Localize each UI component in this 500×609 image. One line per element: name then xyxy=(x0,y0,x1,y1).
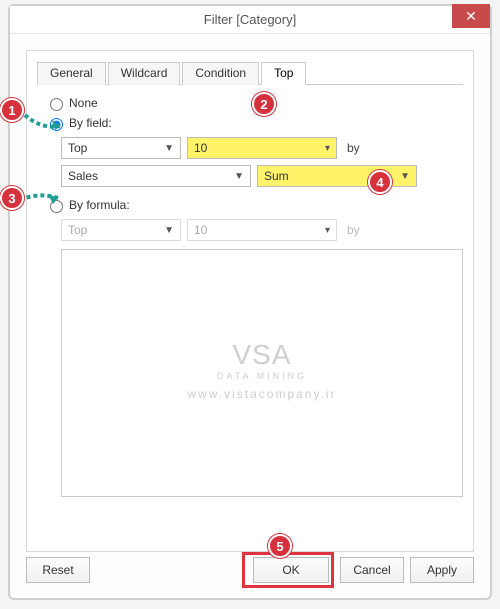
label-none: None xyxy=(69,96,98,110)
ok-highlight: OK xyxy=(242,552,334,588)
byfield-row1: Top ▼ 10 ▾ by xyxy=(61,137,463,159)
byfield-row2: Sales ▼ Sum ▼ xyxy=(61,165,463,187)
reset-button[interactable]: Reset xyxy=(26,557,90,583)
tab-top[interactable]: Top xyxy=(261,62,306,85)
byfield-agg-value: Sum xyxy=(264,169,289,183)
watermark-tag: DATA MINING xyxy=(187,371,336,381)
callout-1: 1 xyxy=(0,98,24,122)
close-icon: ✕ xyxy=(465,8,477,25)
tab-general[interactable]: General xyxy=(37,62,106,85)
callout-4: 4 xyxy=(368,170,392,194)
callout-5: 5 xyxy=(268,534,292,558)
titlebar: Filter [Category] ✕ xyxy=(10,6,490,34)
apply-button[interactable]: Apply xyxy=(410,557,474,583)
byfield-field-combo[interactable]: Sales ▼ xyxy=(61,165,251,187)
byformula-direction-value: Top xyxy=(68,223,87,237)
chevron-down-icon: ▼ xyxy=(400,171,410,182)
cancel-button[interactable]: Cancel xyxy=(340,557,404,583)
radio-by-field[interactable] xyxy=(50,118,63,131)
tab-condition[interactable]: Condition xyxy=(182,62,259,85)
option-by-field[interactable]: By field: xyxy=(45,115,463,131)
byfield-agg-combo[interactable]: Sum ▼ xyxy=(257,165,417,187)
label-by-formula: By formula: xyxy=(69,198,130,212)
radio-by-formula[interactable] xyxy=(50,200,63,213)
byfield-field-value: Sales xyxy=(68,169,98,183)
tab-bar: General Wildcard Condition Top xyxy=(37,61,463,85)
formula-textarea[interactable]: VSA DATA MINING www.vistacompany.ir xyxy=(61,249,463,497)
byfield-by-label: by xyxy=(347,141,360,155)
chevron-down-icon: ▾ xyxy=(325,143,330,154)
byformula-count-combo[interactable]: 10 ▾ xyxy=(187,219,337,241)
byformula-count-value: 10 xyxy=(194,223,207,237)
byfield-count-value: 10 xyxy=(194,141,207,155)
chevron-down-icon: ▼ xyxy=(164,225,174,236)
watermark-logo: VSA xyxy=(187,339,336,371)
byfield-direction-value: Top xyxy=(68,141,87,155)
chevron-down-icon: ▼ xyxy=(234,171,244,182)
watermark: VSA DATA MINING www.vistacompany.ir xyxy=(187,339,336,401)
byformula-direction-combo[interactable]: Top ▼ xyxy=(61,219,181,241)
dialog-body: General Wildcard Condition Top None By f… xyxy=(26,50,474,552)
callout-3: 3 xyxy=(0,186,24,210)
ok-button[interactable]: OK xyxy=(253,557,329,583)
callout-2: 2 xyxy=(252,92,276,116)
label-by-field: By field: xyxy=(69,116,112,130)
byformula-row1: Top ▼ 10 ▾ by xyxy=(61,219,463,241)
byformula-by-label: by xyxy=(347,223,360,237)
chevron-down-icon: ▼ xyxy=(164,143,174,154)
option-by-formula[interactable]: By formula: xyxy=(45,197,463,213)
radio-none[interactable] xyxy=(50,98,63,111)
byfield-count-combo[interactable]: 10 ▾ xyxy=(187,137,337,159)
close-button[interactable]: ✕ xyxy=(452,4,490,28)
watermark-url: www.vistacompany.ir xyxy=(187,387,336,401)
title-text: Filter [Category] xyxy=(204,12,296,27)
byfield-direction-combo[interactable]: Top ▼ xyxy=(61,137,181,159)
tab-wildcard[interactable]: Wildcard xyxy=(108,62,181,85)
dialog-window: Filter [Category] ✕ General Wildcard Con… xyxy=(8,4,492,600)
chevron-down-icon: ▾ xyxy=(325,225,330,236)
button-bar: Reset OK Cancel Apply xyxy=(26,552,474,588)
